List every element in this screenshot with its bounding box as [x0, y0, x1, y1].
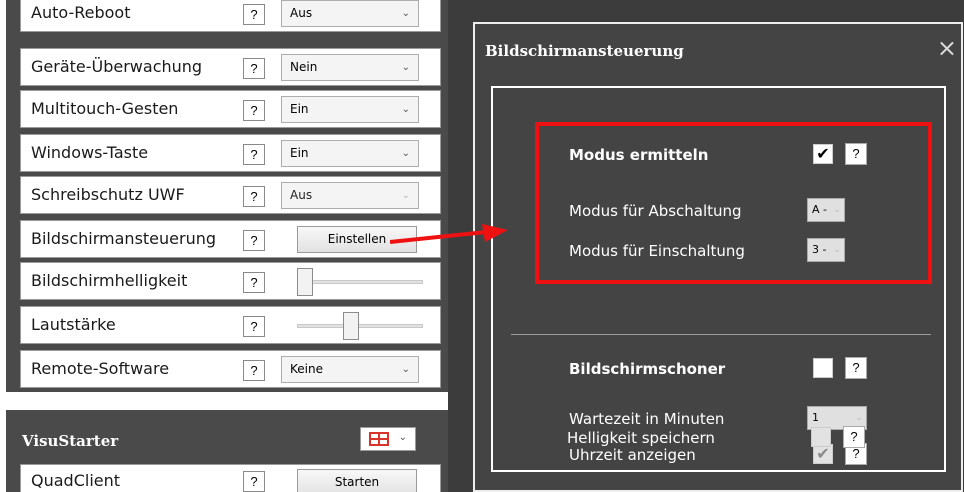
help-button[interactable]: ?: [243, 316, 265, 337]
setting-label: Windows-Taste: [31, 143, 149, 162]
multitouch-gesten-select[interactable]: Ein ⌄: [281, 96, 419, 123]
help-button[interactable]: ?: [243, 360, 265, 381]
chevron-down-icon: ⌄: [401, 148, 410, 159]
setting-label: Remote-Software: [31, 359, 170, 378]
select-value: A -: [812, 203, 827, 216]
select-value: Keine: [290, 362, 323, 376]
dialog-title: Bildschirmansteuerung: [485, 42, 684, 60]
help-button[interactable]: ?: [845, 357, 867, 379]
help-button[interactable]: ?: [243, 144, 265, 165]
select-value: Nein: [290, 60, 318, 74]
remote-software-select[interactable]: Keine ⌄: [281, 356, 419, 383]
setting-row-auto-reboot: Auto-Reboot ? Aus ⌄: [20, 0, 441, 32]
windows-taste-select[interactable]: Ein ⌄: [281, 140, 419, 167]
setting-row-geraete-ueberwachung: Geräte-Überwachung ? Nein ⌄: [20, 48, 441, 86]
schreibschutz-uwf-select: Aus ⌄: [281, 182, 419, 209]
brightness-slider-thumb[interactable]: [297, 268, 313, 296]
abschaltung-label: Modus für Abschaltung: [569, 202, 742, 220]
help-button[interactable]: ?: [243, 471, 265, 492]
volume-slider-track[interactable]: [297, 324, 423, 328]
setting-row-remote-software: Remote-Software ? Keine ⌄: [20, 350, 441, 388]
modus-ermitteln-label: Modus ermitteln: [569, 146, 709, 164]
chevron-down-icon: ⌄: [401, 8, 410, 19]
help-button[interactable]: ?: [243, 58, 265, 79]
setting-label: QuadClient: [31, 471, 121, 490]
select-value: Aus: [290, 6, 313, 20]
chevron-down-icon: ⌄: [401, 104, 410, 115]
window-layout-icon: [369, 432, 389, 446]
setting-label: Lautstärke: [31, 315, 116, 334]
layout-select[interactable]: ⌄: [360, 427, 416, 451]
setting-label: Bildschirmansteuerung: [31, 229, 217, 248]
settings-panel: Auto-Reboot ? Aus ⌄ Geräte-Überwachung ?…: [6, 0, 452, 392]
close-icon[interactable]: ⨯: [937, 34, 957, 62]
help-button[interactable]: ?: [243, 4, 265, 25]
brightness-slider-track[interactable]: [297, 280, 423, 284]
helligkeit-checkbox[interactable]: [811, 427, 831, 447]
chevron-down-icon: ⌄: [833, 245, 841, 255]
chevron-down-icon: ⌄: [833, 205, 841, 215]
help-button[interactable]: ?: [843, 426, 865, 448]
select-value: 3 -: [812, 243, 827, 256]
section-divider: [511, 334, 931, 335]
uhrzeit-checkbox[interactable]: ✔: [813, 444, 833, 464]
select-value: 1: [812, 411, 819, 424]
chevron-down-icon: ⌄: [401, 364, 410, 375]
bildschirmansteuerung-dialog: Bildschirmansteuerung ⨯ Modus ermitteln …: [473, 22, 963, 492]
chevron-down-icon: ⌄: [401, 62, 410, 73]
setting-label: Auto-Reboot: [31, 3, 131, 22]
setting-label: Geräte-Überwachung: [31, 57, 203, 76]
visustarter-panel: VisuStarter ⌄ QuadClient ? Starten: [6, 410, 452, 492]
bildschirmschoner-label: Bildschirmschoner: [569, 360, 726, 378]
bildschirmschoner-checkbox[interactable]: [813, 358, 833, 378]
help-button[interactable]: ?: [243, 230, 265, 251]
setting-row-windows-taste: Windows-Taste ? Ein ⌄: [20, 134, 441, 172]
select-value: Ein: [290, 146, 309, 160]
abschaltung-select[interactable]: A - ⌄: [807, 198, 845, 222]
help-button[interactable]: ?: [845, 143, 867, 165]
einschaltung-select[interactable]: 3 - ⌄: [807, 238, 845, 262]
visustarter-title: VisuStarter: [22, 432, 119, 450]
wartezeit-label: Wartezeit in Minuten: [569, 410, 725, 428]
chevron-down-icon: ⌄: [398, 432, 407, 443]
volume-slider-thumb[interactable]: [343, 312, 359, 340]
geraete-ueberwachung-select[interactable]: Nein ⌄: [281, 54, 419, 81]
uhrzeit-label: Uhrzeit anzeigen: [569, 446, 696, 464]
einschaltung-label: Modus für Einschaltung: [569, 242, 745, 260]
pointer-arrow-icon: [390, 224, 508, 244]
starten-button[interactable]: Starten: [297, 469, 417, 492]
setting-row-schreibschutz-uwf: Schreibschutz UWF ? Aus ⌄: [20, 176, 441, 214]
setting-row-lautstaerke: Lautstärke ?: [20, 306, 441, 344]
setting-row-bildschirmhelligkeit: Bildschirmhelligkeit ?: [20, 262, 441, 300]
setting-label: Multitouch-Gesten: [31, 99, 179, 118]
help-button[interactable]: ?: [243, 272, 265, 293]
dialog-content: Modus ermitteln ✔ ? Modus für Abschaltun…: [491, 86, 946, 472]
setting-row-quadclient: QuadClient ? Starten: [20, 464, 441, 492]
chevron-down-icon: ⌄: [401, 190, 410, 201]
setting-row-bildschirmansteuerung: Bildschirmansteuerung ? Einstellen: [20, 220, 441, 258]
helligkeit-label: Helligkeit speichern: [567, 429, 715, 447]
select-value: Aus: [290, 188, 313, 202]
select-value: Ein: [290, 102, 309, 116]
setting-label: Bildschirmhelligkeit: [31, 271, 188, 290]
help-button[interactable]: ?: [243, 186, 265, 207]
help-button[interactable]: ?: [243, 100, 265, 121]
auto-reboot-select[interactable]: Aus ⌄: [281, 0, 419, 27]
setting-label: Schreibschutz UWF: [31, 185, 185, 204]
modus-ermitteln-checkbox[interactable]: ✔: [813, 144, 833, 164]
setting-row-multitouch-gesten: Multitouch-Gesten ? Ein ⌄: [20, 90, 441, 128]
